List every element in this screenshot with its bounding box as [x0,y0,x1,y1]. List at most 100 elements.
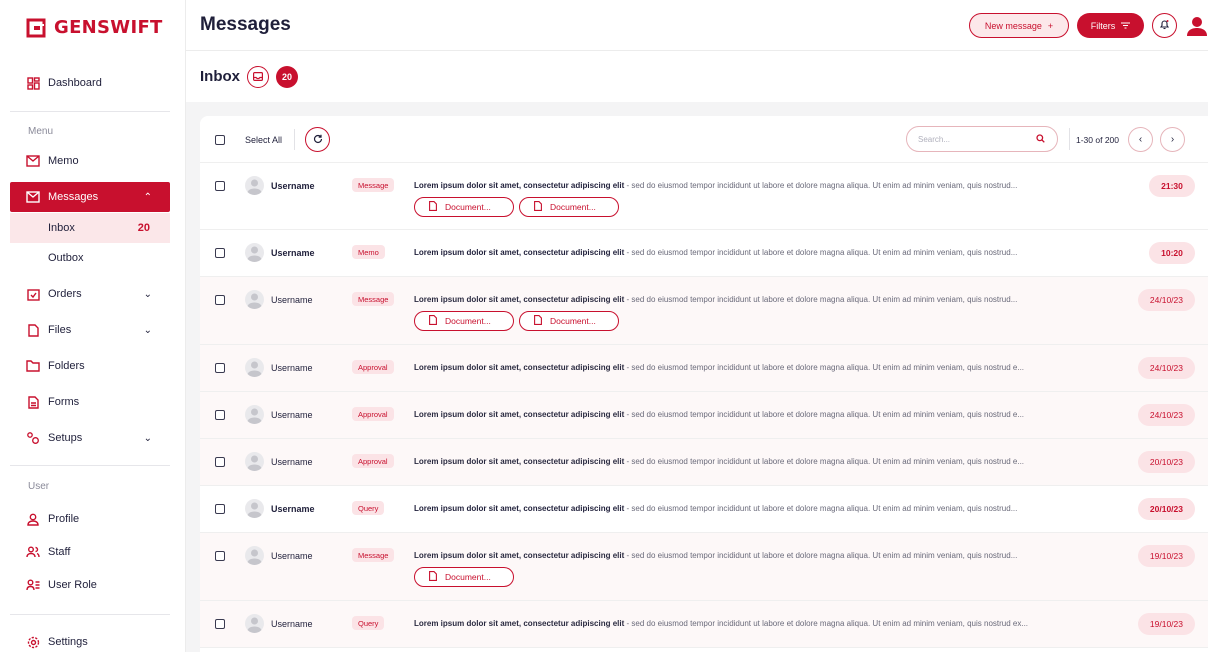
attachment-button[interactable]: Document... [414,197,514,217]
message-preview[interactable]: Lorem ipsum dolor sit amet, consectetur … [414,457,1114,466]
table-row[interactable]: Username Approval Lorem ipsum dolor sit am… [200,392,1208,439]
users-icon [26,545,40,559]
message-preview[interactable]: Lorem ipsum dolor sit amet, consectetur … [414,619,1114,628]
message-preview[interactable]: Lorem ipsum dolor sit amet, consectetur … [414,551,1114,560]
divider [10,111,170,112]
gear-icon [26,635,40,649]
new-message-button[interactable]: New message + [969,13,1069,38]
select-all-label[interactable]: Select All [245,135,282,145]
sidebar-item-label: Inbox [48,222,75,234]
table-row[interactable]: Username Approval Lorem ipsum dolor sit am… [200,345,1208,392]
next-page-button[interactable]: › [1160,127,1185,152]
attachment-label: Document... [445,316,491,326]
sidebar-item-outbox[interactable]: Outbox [10,243,170,273]
refresh-button[interactable] [305,127,330,152]
message-body: - sed do eiusmod tempor incididunt ut la… [624,410,1025,419]
table-row[interactable]: Username Message Lorem ipsum dolor sit ame… [200,533,1208,601]
sidebar-item-label: Staff [48,546,71,558]
avatar [245,290,264,309]
table-row[interactable]: Username Message Lorem ipsum dolor sit ame… [200,163,1208,230]
sidebar-item-settings[interactable]: Settings [10,627,170,652]
row-checkbox[interactable] [215,248,225,258]
filters-button[interactable]: Filters [1077,13,1144,38]
inbox-count-badge: 20 [137,222,150,234]
table-row[interactable]: Username Memo Lorem ipsum dolor sit amet, … [200,230,1208,277]
row-checkbox[interactable] [215,504,225,514]
attachment-button[interactable]: Document... [519,311,619,331]
message-preview[interactable]: Lorem ipsum dolor sit amet, consectetur … [414,363,1114,372]
sidebar-item-label: Dashboard [48,77,102,89]
sidebar-item-files[interactable]: Files ⌄ [10,315,170,345]
sender-name: Username [271,457,313,467]
new-message-label: New message [984,20,1042,31]
notifications-button[interactable] [1152,13,1177,38]
message-time-badge: 20/10/23 [1137,498,1195,520]
attachment-button[interactable]: Document... [414,311,514,331]
row-checkbox[interactable] [215,619,225,629]
logo[interactable]: GENSWIFT [26,17,163,38]
table-row[interactable]: Username Message Lorem ipsum dolor sit ame… [200,277,1208,345]
inbox-icon-button[interactable] [247,66,269,88]
user-avatar[interactable] [1185,14,1208,38]
message-preview[interactable]: Lorem ipsum dolor sit amet, consectetur … [414,181,1114,190]
sidebar-item-profile[interactable]: Profile [10,504,170,534]
row-checkbox[interactable] [215,181,225,191]
attachment-button[interactable]: Document... [414,567,514,587]
row-checkbox[interactable] [215,363,225,373]
sidebar-item-label: Outbox [48,252,84,264]
message-body: - sed do eiusmod tempor incididunt ut la… [624,551,1018,560]
message-preview[interactable]: Lorem ipsum dolor sit amet, consectetur … [414,295,1114,304]
sidebar-item-forms[interactable]: Forms [10,387,170,417]
avatar [245,499,264,518]
sidebar-item-user-role[interactable]: User Role [10,570,170,600]
sidebar-item-dashboard[interactable]: Dashboard [10,68,170,98]
message-time-badge: 24/10/23 [1137,357,1195,379]
folder-icon [26,359,40,373]
table-row[interactable]: Username Query Lorem ipsum dolor sit amet,… [200,486,1208,533]
chevron-down-icon: ⌄ [143,432,152,444]
user-role-icon [26,578,40,592]
chevron-down-icon: ⌄ [143,288,152,300]
sidebar-item-memo[interactable]: Memo [10,146,170,176]
row-checkbox[interactable] [215,410,225,420]
sidebar-item-label: Orders [48,288,82,300]
sidebar-item-orders[interactable]: Orders ⌄ [10,279,170,309]
row-checkbox[interactable] [215,295,225,305]
message-body: - sed do eiusmod tempor incididunt ut la… [624,248,1018,257]
select-all-checkbox[interactable] [215,135,225,145]
sidebar-item-folders[interactable]: Folders [10,351,170,381]
attachment-button[interactable]: Document... [519,197,619,217]
sidebar-item-inbox[interactable]: Inbox 20 [10,213,170,243]
divider [10,614,170,615]
message-subject: Lorem ipsum dolor sit amet, consectetur … [414,619,625,628]
message-body: - sed do eiusmod tempor incididunt ut la… [624,295,1018,304]
sidebar-item-setups[interactable]: Setups ⌄ [10,423,170,453]
message-type-badge: Approval [352,454,394,468]
inbox-count-badge: 20 [276,66,298,88]
avatar [245,358,264,377]
document-icon [534,315,542,327]
chevron-down-icon: ⌄ [143,324,152,336]
form-icon [26,395,40,409]
message-preview[interactable]: Lorem ipsum dolor sit amet, consectetur … [414,248,1114,257]
table-row[interactable]: Username Approval Lorem ipsum dolor sit am… [200,439,1208,486]
table-row[interactable]: Username Query Lorem ipsum dolor sit amet,… [200,601,1208,648]
inbox-title: Inbox [200,68,240,85]
sender-name: Username [271,410,313,420]
message-preview[interactable]: Lorem ipsum dolor sit amet, consectetur … [414,410,1114,419]
prev-page-button[interactable]: ‹ [1128,127,1153,152]
message-time-badge: 24/10/23 [1137,289,1195,311]
sidebar-item-staff[interactable]: Staff [10,537,170,567]
search-input[interactable]: Search... [906,126,1058,152]
menu-section-label: Menu [28,126,54,137]
search-icon[interactable] [1036,134,1045,145]
chevron-right-icon: › [1170,134,1175,145]
row-checkbox[interactable] [215,551,225,561]
row-checkbox[interactable] [215,457,225,467]
message-type-badge: Memo [352,245,385,259]
sender-name: Username [271,295,313,305]
message-preview[interactable]: Lorem ipsum dolor sit amet, consectetur … [414,504,1114,513]
divider [1069,128,1070,150]
sidebar-item-label: Forms [48,396,80,408]
sidebar-item-messages[interactable]: Messages ⌃ [10,182,170,212]
